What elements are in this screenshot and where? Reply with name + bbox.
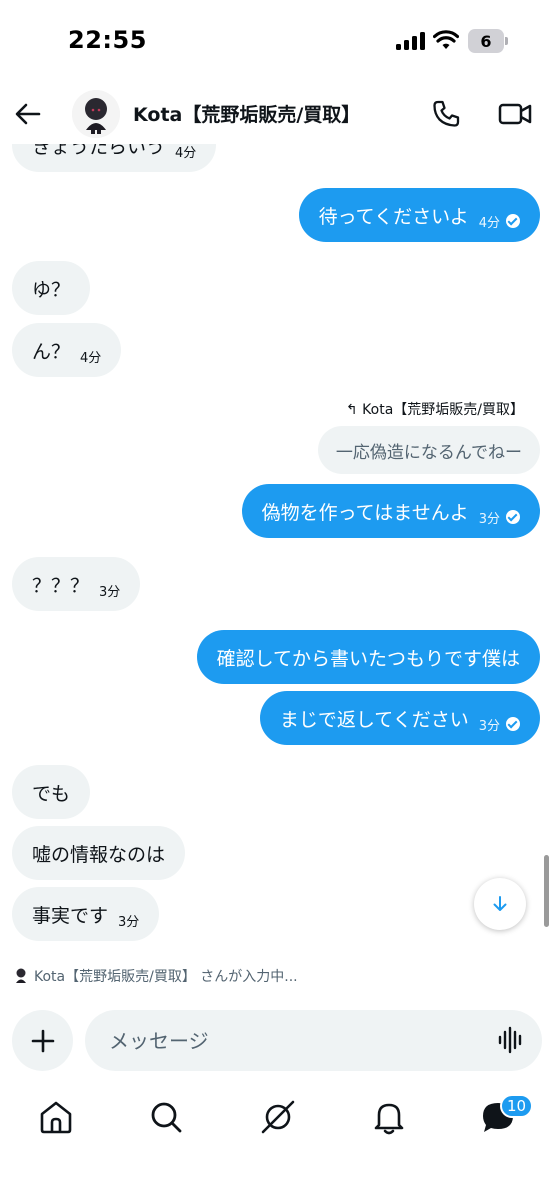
message-timestamp: 4分 [175,145,197,161]
message-timestamp: 3分 [478,511,500,527]
message-text: 偽物を作ってはませんよ [261,501,469,524]
message-text: ん？ [32,340,71,363]
scrollbar[interactable] [544,855,549,927]
message-outgoing[interactable]: 確認してから書いたつもりです僕は [196,630,540,684]
wifi-icon [433,30,459,49]
read-receipt-icon [506,510,520,524]
message-text: ゆ？ [32,278,71,301]
quoted-message[interactable]: 一応偽造になるんでねー [317,426,540,474]
message-incoming[interactable]: ん？ 4分 [12,323,122,377]
bottom-tab-bar [0,1085,554,1150]
back-arrow-icon[interactable] [12,98,44,130]
home-icon[interactable] [36,1097,76,1137]
voice-message-icon[interactable] [497,1026,525,1054]
quoted-text: 一応偽造になるんでねー [335,442,522,463]
reply-arrow-icon: ↰ [345,402,363,418]
message-text: 嘘の情報なのは [32,843,166,866]
plus-icon [31,1029,54,1052]
message-text: 事実です [32,904,109,927]
message-text: 待ってくださいよ [318,205,469,228]
typing-avatar-icon [16,968,26,983]
grok-icon[interactable] [258,1097,298,1137]
message-text: でも [32,782,71,805]
message-timestamp: 4分 [80,350,102,366]
message-timestamp: 3分 [118,914,140,930]
message-incoming[interactable]: ゆ？ [12,261,91,315]
message-outgoing[interactable]: 偽物を作ってはませんよ 3分 [241,484,540,538]
message-text: きょうたらいう [32,144,166,158]
reply-to-name: Kota【荒野垢販売/買取】 [362,402,524,418]
avatar-figure-icon [72,90,120,138]
message-incoming[interactable]: でも [12,765,91,819]
message-outgoing[interactable]: 待ってくださいよ 4分 [298,188,540,242]
battery-level: 6 [468,29,504,53]
reply-context: ↰ Kota【荒野垢販売/買取】 [346,399,524,419]
message-text: ？？？ [32,574,90,597]
search-icon[interactable] [146,1097,186,1137]
cellular-signal-icon [396,32,426,50]
typing-text: Kota【荒野垢販売/買取】 さんが入力中... [34,969,298,985]
messages-unread-badge: 10 [500,1094,534,1118]
contact-name[interactable]: Kota【荒野垢販売/買取】 [133,100,360,127]
message-incoming[interactable]: 嘘の情報なのは [12,826,186,880]
message-text: まじで返してください [279,708,469,731]
message-text: 確認してから書いたつもりです僕は [216,647,520,670]
conversation-header: Kota【荒野垢販売/買取】 [0,84,554,144]
phone-icon[interactable] [430,98,462,130]
status-time: 22:55 [68,26,147,54]
message-input[interactable] [85,1010,542,1071]
read-receipt-icon [506,214,520,228]
battery-icon: 6 [468,29,508,53]
message-incoming[interactable]: ？？？ 3分 [12,557,141,611]
notifications-bell-icon[interactable] [369,1097,409,1137]
message-list[interactable]: きょうたらいう 4分 待ってくださいよ 4分 ゆ？ ん？ 4分 ↰ Kota【荒… [0,144,554,958]
contact-avatar[interactable] [72,90,120,138]
message-timestamp: 4分 [478,215,500,231]
message-timestamp: 3分 [99,584,121,600]
add-attachment-button[interactable] [12,1010,73,1071]
message-incoming[interactable]: きょうたらいう 4分 [12,144,217,172]
read-receipt-icon [506,717,520,731]
message-incoming[interactable]: 事実です 3分 [12,887,160,941]
scroll-to-bottom-button[interactable] [474,878,526,930]
message-timestamp: 3分 [478,718,500,734]
video-call-icon[interactable] [497,98,533,130]
status-bar: 22:55 6 [0,0,554,84]
typing-indicator: Kota【荒野垢販売/買取】 さんが入力中... [14,966,298,986]
message-outgoing[interactable]: まじで返してください 3分 [259,691,540,745]
arrow-down-icon [493,896,507,911]
